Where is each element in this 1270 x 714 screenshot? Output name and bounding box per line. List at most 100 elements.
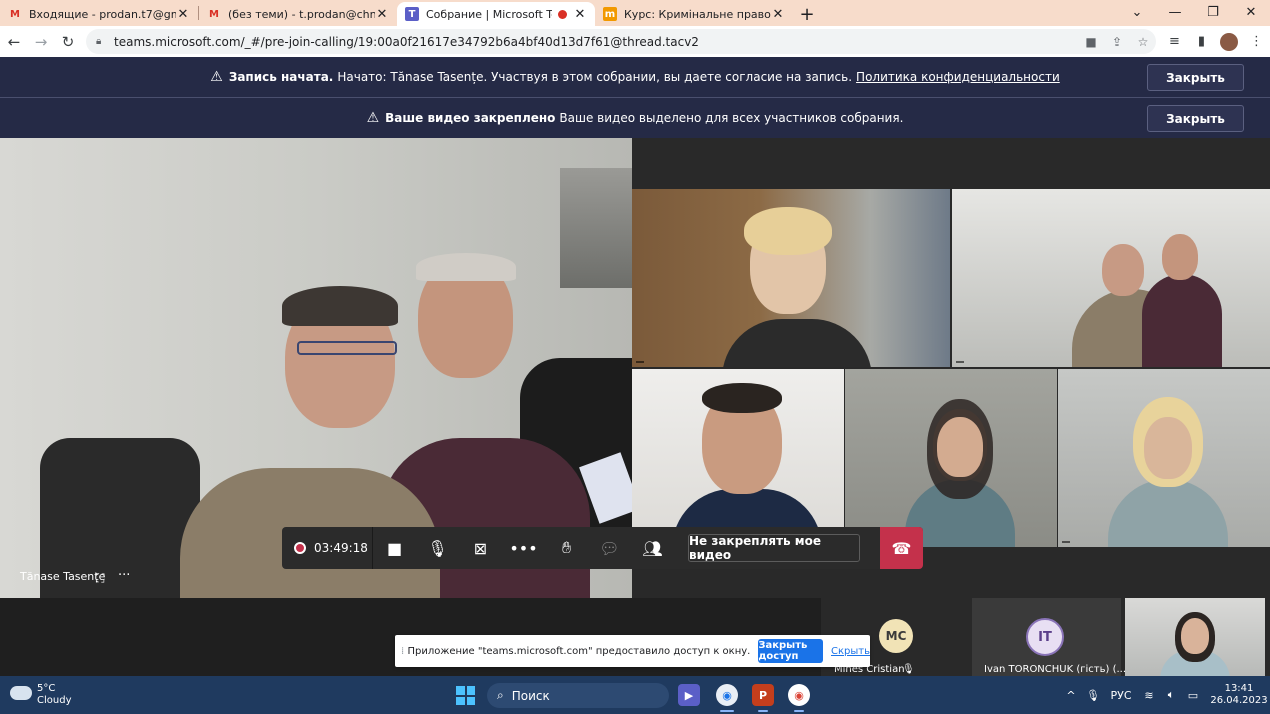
minimize-icon[interactable]: — bbox=[1156, 0, 1194, 24]
gmail-icon: M bbox=[209, 8, 219, 20]
screen-share-notification: ⁞ Приложение "teams.microsoft.com" предо… bbox=[395, 635, 870, 667]
participant-avatar-mc[interactable]: MC bbox=[879, 619, 913, 653]
participant-figure bbox=[1162, 234, 1198, 280]
chrome-profile-icon[interactable]: ◉ bbox=[716, 684, 738, 706]
close-icon[interactable]: ✕ bbox=[573, 7, 587, 22]
self-video-tile[interactable] bbox=[1125, 598, 1265, 676]
camera-icon[interactable]: ■ bbox=[1078, 35, 1104, 49]
close-recording-banner-button[interactable]: Закрыть bbox=[1147, 64, 1244, 91]
back-arrow-icon[interactable]: ← bbox=[1, 29, 27, 55]
more-options-icon[interactable]: ··· bbox=[118, 568, 130, 583]
camera-button[interactable]: ■ bbox=[373, 527, 416, 569]
star-icon[interactable]: ☆ bbox=[1130, 35, 1156, 49]
reload-icon[interactable]: ↻ bbox=[55, 29, 81, 55]
video-background bbox=[560, 168, 632, 288]
participant-figure bbox=[744, 207, 832, 255]
pin-user-icon: ⛶ bbox=[96, 571, 105, 585]
profile-avatar[interactable] bbox=[1220, 32, 1238, 51]
video-tile[interactable] bbox=[952, 189, 1270, 367]
tab-label: Собрание | Microsoft Teams bbox=[426, 7, 552, 21]
weather-widget[interactable]: 5°C Cloudy bbox=[37, 683, 71, 707]
video-tile[interactable] bbox=[632, 369, 844, 547]
windows-taskbar: 5°C Cloudy ⌕ Поиск ▶ ◉ P ◉ ^ 🎙︎ РУС ≋ 🔈︎… bbox=[0, 676, 1270, 714]
participant-avatar-it[interactable]: IT bbox=[1026, 618, 1064, 656]
raise-hand-button[interactable]: ✋︎ bbox=[545, 527, 588, 569]
close-pinned-banner-button[interactable]: Закрыть bbox=[1147, 105, 1244, 132]
wifi-icon[interactable]: ≋ bbox=[1138, 689, 1160, 702]
active-app-indicator bbox=[758, 710, 768, 712]
video-tile[interactable] bbox=[845, 369, 1057, 547]
video-tile[interactable] bbox=[632, 189, 950, 367]
participant-figure bbox=[702, 383, 782, 413]
mic-muted-button[interactable]: 🎙︎ bbox=[416, 527, 459, 569]
course-icon: m bbox=[603, 7, 617, 21]
recording-dot-icon bbox=[558, 9, 567, 19]
participant-figure bbox=[1108, 479, 1228, 547]
windows-start-icon[interactable] bbox=[456, 686, 475, 705]
share-screen-button[interactable]: ⊠ bbox=[459, 527, 502, 569]
search-placeholder: Поиск bbox=[511, 688, 550, 703]
browser-toolbar: ← → ↻ 🔒︎ teams.microsoft.com/_#/pre-join… bbox=[0, 26, 1270, 57]
tab-course[interactable]: m Курс: Кримінальне право Загал ✕ bbox=[595, 2, 793, 26]
chevron-up-icon[interactable]: ^ bbox=[1060, 689, 1082, 702]
close-icon[interactable]: ✕ bbox=[771, 7, 785, 22]
powerpoint-icon[interactable]: P bbox=[752, 684, 774, 706]
microphone-icon[interactable]: 🎙︎ bbox=[1082, 689, 1104, 702]
forward-arrow-icon[interactable]: → bbox=[28, 29, 54, 55]
participant-figure bbox=[722, 319, 872, 367]
tab-teams-meeting[interactable]: T Собрание | Microsoft Teams ✕ bbox=[397, 2, 595, 26]
tile-name-label bbox=[636, 361, 644, 363]
new-tab-button[interactable]: + bbox=[793, 2, 821, 26]
participant-figure bbox=[1142, 274, 1222, 367]
taskbar-clock[interactable]: 13:41 26.04.2023 bbox=[1208, 683, 1270, 707]
teams-chat-icon[interactable]: ▶ bbox=[678, 684, 700, 706]
menu-kebab-icon[interactable]: ⋮ bbox=[1243, 34, 1270, 49]
call-timer: 03:49:18 bbox=[314, 541, 368, 555]
system-tray: ^ 🎙︎ РУС ≋ 🔈︎ ▭ 13:41 26.04.2023 bbox=[1060, 676, 1270, 714]
participant-figure bbox=[282, 286, 398, 326]
warning-icon: ⚠ bbox=[366, 110, 380, 126]
teams-icon: T bbox=[405, 7, 419, 21]
media-control-icon[interactable]: ≡ bbox=[1161, 34, 1188, 49]
unpin-my-video-button[interactable]: Не закреплять мое видео bbox=[688, 534, 860, 562]
clock-date: 26.04.2023 bbox=[1210, 695, 1268, 706]
mic-off-icon: 🎙︎ bbox=[902, 664, 915, 675]
more-actions-button[interactable]: ••• bbox=[502, 527, 545, 569]
warning-icon: ⚠ bbox=[210, 69, 223, 85]
tab-gmail-chnu[interactable]: M (без теми) - t.prodan@chnu.edu ✕ bbox=[199, 2, 397, 26]
hide-notification-link[interactable]: Скрыть bbox=[831, 646, 870, 657]
tab-search-chevron-icon[interactable]: ⌄ bbox=[1118, 0, 1156, 24]
close-window-icon[interactable]: ✕ bbox=[1232, 0, 1270, 24]
close-icon[interactable]: ✕ bbox=[375, 7, 389, 22]
participant-name: Ivan TORONCHUK (гість) (... bbox=[984, 664, 1127, 675]
active-app-indicator bbox=[794, 710, 804, 712]
participant-figure bbox=[1102, 244, 1144, 296]
clock-time: 13:41 bbox=[1224, 683, 1254, 694]
share-icon[interactable]: ⇪ bbox=[1104, 35, 1130, 49]
call-controls: 03:49:18 ■ 🎙︎ ⊠ ••• ✋︎ 💬︎ 👥︎ Не закрепля… bbox=[282, 527, 923, 569]
weather-temp: 5°C bbox=[37, 683, 56, 694]
video-tile[interactable] bbox=[1058, 369, 1270, 547]
close-icon[interactable]: ✕ bbox=[176, 7, 190, 22]
tab-label: (без теми) - t.prodan@chnu.edu bbox=[228, 7, 375, 21]
share-notification-text: Приложение "teams.microsoft.com" предост… bbox=[407, 645, 751, 657]
stop-sharing-button[interactable]: Закрыть доступ bbox=[758, 639, 824, 663]
side-panel-icon[interactable]: ▮ bbox=[1188, 34, 1215, 49]
chat-button[interactable]: 💬︎ bbox=[588, 527, 631, 569]
restore-icon[interactable]: ❐ bbox=[1194, 0, 1232, 24]
language-indicator[interactable]: РУС bbox=[1104, 689, 1138, 702]
cloud-icon[interactable] bbox=[10, 686, 32, 700]
taskbar-search[interactable]: ⌕ Поиск bbox=[487, 683, 669, 708]
participants-button[interactable]: 👥︎ bbox=[631, 527, 674, 569]
volume-icon[interactable]: 🔈︎ bbox=[1160, 688, 1182, 702]
tab-gmail-inbox[interactable]: M Входящие - prodan.t7@gmail.co ✕ bbox=[0, 2, 198, 26]
chrome-icon[interactable]: ◉ bbox=[788, 684, 810, 706]
gmail-icon: M bbox=[10, 8, 20, 20]
battery-icon[interactable]: ▭ bbox=[1182, 689, 1204, 702]
participant-figure bbox=[1181, 618, 1209, 654]
recording-banner-text: Начато: Tănase Tasențe. Участвуя в этом … bbox=[337, 70, 853, 84]
active-app-indicator bbox=[720, 710, 734, 712]
address-bar[interactable]: 🔒︎ teams.microsoft.com/_#/pre-join-calli… bbox=[86, 29, 1156, 54]
hang-up-button[interactable]: ☎︎ bbox=[880, 527, 923, 569]
privacy-policy-link[interactable]: Политика конфиденциальности bbox=[856, 70, 1060, 84]
